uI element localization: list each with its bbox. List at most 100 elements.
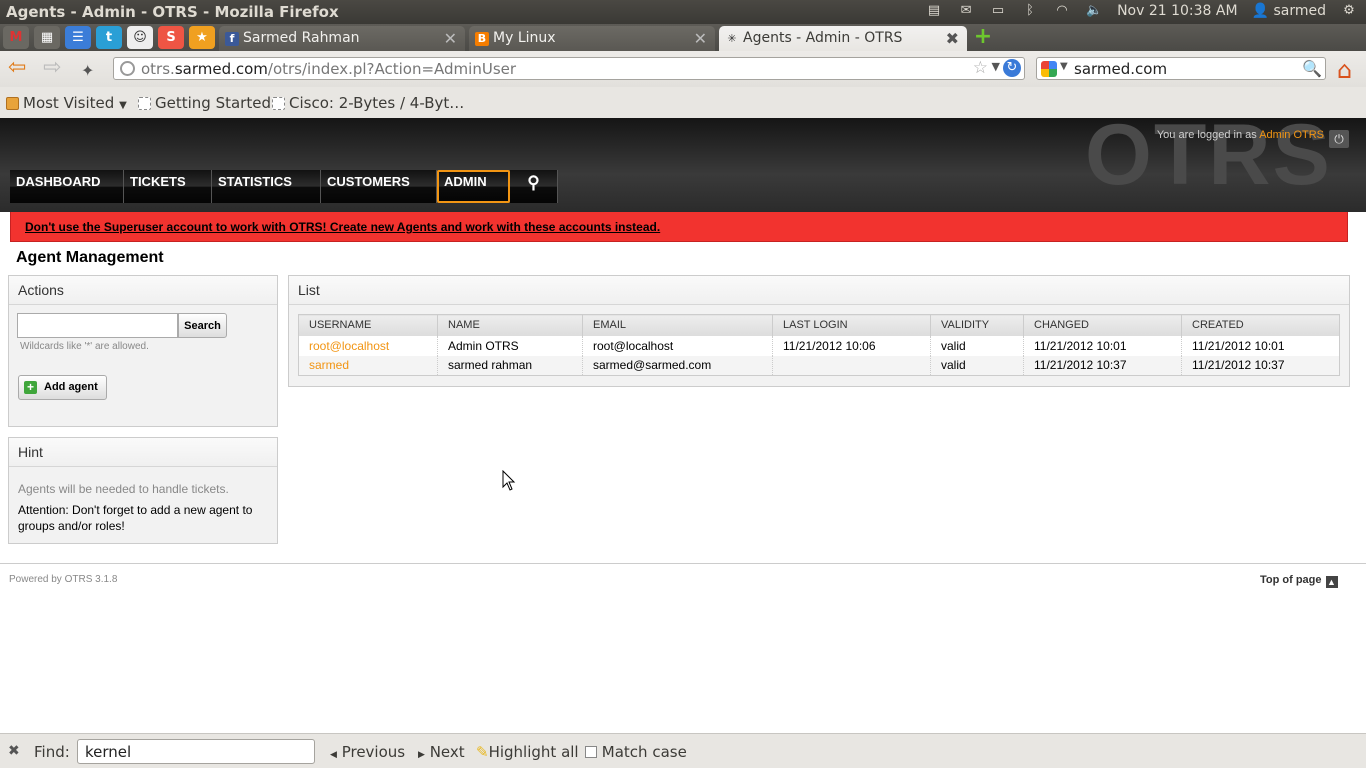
search-icon[interactable]: 🔍 <box>1302 59 1322 78</box>
tab-agents-admin-otrs[interactable]: ✳ Agents - Admin - OTRS ✖ <box>719 26 967 51</box>
column-email[interactable]: EMAIL <box>582 314 773 336</box>
match-case-label: Match case <box>601 743 687 761</box>
google-icon[interactable] <box>1041 61 1057 77</box>
dropdown-arrow-icon[interactable]: ▼ <box>992 60 1000 73</box>
search-button[interactable]: Search <box>178 313 227 338</box>
gmail-app-tab[interactable]: M <box>3 26 29 49</box>
menu-admin[interactable]: ADMIN <box>437 170 510 203</box>
username-link[interactable]: sarmed <box>298 355 438 376</box>
column-validity[interactable]: VALIDITY <box>930 314 1024 336</box>
search-icon[interactable]: ⚲ <box>510 170 558 203</box>
bookmark-most-visited[interactable]: Most Visited ▼ <box>6 94 127 112</box>
menu-customers[interactable]: CUSTOMERS <box>321 170 437 203</box>
star-icon[interactable]: ☆ <box>973 58 988 78</box>
app-tab-7[interactable]: ★ <box>189 26 215 49</box>
back-arrow-icon[interactable]: ⇦ <box>8 57 26 79</box>
logged-in-text: You are logged in as <box>1156 129 1257 141</box>
stumbleupon-app-tab[interactable]: S <box>158 26 184 49</box>
home-icon[interactable]: ⌂ <box>1337 56 1352 84</box>
logged-in-user-link[interactable]: Admin OTRS <box>1259 129 1324 141</box>
tab-label: My Linux <box>493 30 556 46</box>
match-case-checkbox[interactable]: Match case <box>585 743 687 761</box>
tab-sarmed-rahman[interactable]: f Sarmed Rahman ✕ <box>219 26 465 51</box>
tab-my-linux[interactable]: B My Linux ✕ <box>469 26 715 51</box>
close-icon[interactable]: ✖ <box>946 29 959 48</box>
otrs-favicon-icon: ✳ <box>727 32 737 45</box>
cell-validity: valid <box>930 355 1024 376</box>
column-created[interactable]: CREATED <box>1181 314 1340 336</box>
find-next-button[interactable]: ▶ Next <box>418 743 465 761</box>
menu-dashboard[interactable]: DASHBOARD <box>10 170 124 203</box>
logout-icon[interactable]: ⏻ <box>1329 130 1349 148</box>
main-menu: DASHBOARD TICKETS STATISTICS CUSTOMERS A… <box>10 170 558 203</box>
close-icon[interactable]: ✕ <box>694 29 707 48</box>
mouse-cursor-icon <box>502 470 516 491</box>
wifi-icon[interactable]: ◠ <box>1053 4 1071 18</box>
forward-arrow-icon[interactable]: ⇨ <box>43 57 61 79</box>
table-row[interactable]: root@localhost Admin OTRS root@localhost… <box>298 335 1340 356</box>
volume-icon[interactable]: 🔈 <box>1085 4 1103 18</box>
column-name[interactable]: NAME <box>437 314 583 336</box>
find-input[interactable]: kernel <box>77 739 315 764</box>
table-row[interactable]: sarmed sarmed rahman sarmed@sarmed.com v… <box>298 355 1340 376</box>
cell-last-login <box>772 355 931 376</box>
list-title: List <box>289 276 1349 305</box>
bookmark-cisco[interactable]: Cisco: 2-Bytes / 4-Byt… <box>272 94 464 112</box>
window-title: Agents - Admin - OTRS - Mozilla Firefox <box>6 3 339 21</box>
column-username[interactable]: USERNAME <box>298 314 438 336</box>
column-changed[interactable]: CHANGED <box>1023 314 1182 336</box>
top-of-page-label: Top of page <box>1260 574 1322 586</box>
bluetooth-icon[interactable]: ᛒ <box>1021 4 1039 18</box>
powered-by: Powered by OTRS 3.1.8 <box>9 574 118 585</box>
close-find-icon[interactable]: ✖ <box>8 743 20 759</box>
bookmark-getting-started[interactable]: Getting Started <box>138 94 271 112</box>
new-tab-icon[interactable]: + <box>972 26 994 48</box>
indicator-icon[interactable]: ▤ <box>925 4 943 18</box>
site-identity-icon[interactable] <box>120 61 135 76</box>
cell-email: root@localhost <box>582 335 773 356</box>
menu-tickets[interactable]: TICKETS <box>124 170 212 203</box>
battery-icon[interactable]: ▭ <box>989 4 1007 18</box>
actions-title: Actions <box>9 276 277 305</box>
cell-validity: valid <box>930 335 1024 356</box>
app-tab-3[interactable]: ☰ <box>65 26 91 49</box>
checkbox-icon <box>585 746 597 758</box>
user-menu[interactable]: 👤 sarmed <box>1252 3 1326 19</box>
facebook-icon: f <box>225 32 239 46</box>
add-agent-button[interactable]: + Add agent <box>18 375 107 400</box>
url-bar[interactable]: otrs.sarmed.com/otrs/index.pl?Action=Adm… <box>113 57 1025 80</box>
tab-label: Sarmed Rahman <box>243 30 360 46</box>
menu-statistics[interactable]: STATISTICS <box>212 170 321 203</box>
arrow-up-icon: ▲ <box>1325 576 1338 588</box>
cell-name: Admin OTRS <box>437 335 583 356</box>
search-bar[interactable]: ▼ sarmed.com 🔍 <box>1036 57 1326 80</box>
bookmark-tool-icon[interactable]: ✦ <box>81 60 94 82</box>
column-last-login[interactable]: LAST LOGIN <box>772 314 931 336</box>
folder-icon <box>6 97 19 110</box>
plus-icon: + <box>24 381 37 394</box>
app-tab-5[interactable]: ☺ <box>127 26 153 49</box>
gear-icon[interactable]: ⚙ <box>1340 4 1358 18</box>
top-of-page-link[interactable]: Top of page ▲ <box>1260 574 1338 588</box>
mail-icon[interactable]: ✉ <box>957 4 975 18</box>
agent-filter-input[interactable] <box>17 313 178 338</box>
footer-divider <box>0 563 1366 564</box>
twitter-app-tab[interactable]: t <box>96 26 122 49</box>
find-previous-button[interactable]: ◀ Previous <box>330 743 405 761</box>
reload-icon[interactable]: ↻ <box>1003 59 1021 77</box>
chevron-down-icon: ▼ <box>119 100 127 111</box>
username-link[interactable]: root@localhost <box>298 335 438 356</box>
highlight-all-button[interactable]: ✎Highlight all <box>476 743 579 761</box>
clock[interactable]: Nov 21 10:38 AM <box>1117 3 1238 19</box>
system-top-panel: Agents - Admin - OTRS - Mozilla Firefox … <box>0 0 1366 24</box>
bookmarks-toolbar: Most Visited ▼ Getting Started Cisco: 2-… <box>0 87 1366 118</box>
close-icon[interactable]: ✕ <box>444 29 457 48</box>
highlighter-icon: ✎ <box>476 743 489 761</box>
app-tab-2[interactable]: ▦ <box>34 26 60 49</box>
superuser-warning: Don't use the Superuser account to work … <box>10 212 1348 242</box>
tab-label: Agents - Admin - OTRS <box>743 30 903 46</box>
chevron-right-icon: ▶ <box>418 750 425 760</box>
search-engine-dropdown-icon[interactable]: ▼ <box>1060 61 1068 72</box>
find-next-label: Next <box>429 743 465 761</box>
superuser-warning-link[interactable]: Don't use the Superuser account to work … <box>25 220 660 234</box>
